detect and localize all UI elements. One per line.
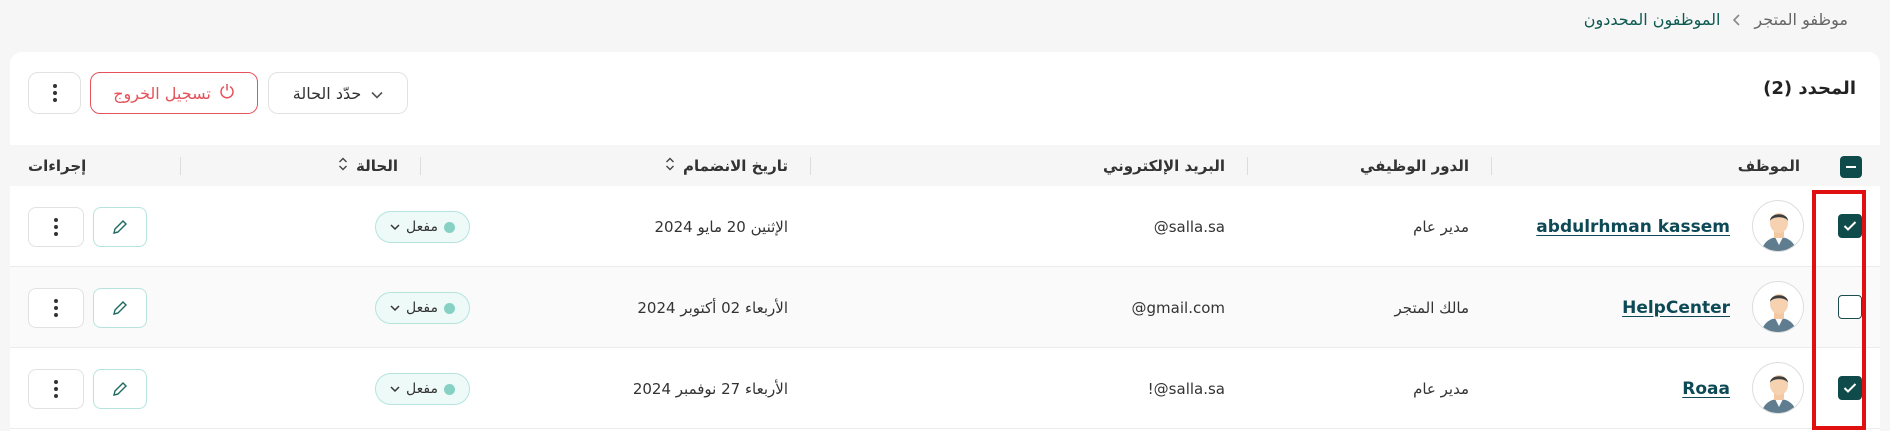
role-text: مالك المتجر — [1394, 298, 1469, 317]
status-select[interactable]: حدّد الحالة — [268, 72, 408, 114]
sort-icon — [338, 157, 348, 175]
user-avatar-icon — [1761, 375, 1797, 413]
avatar — [1752, 281, 1804, 333]
status-dropdown[interactable]: مفعل — [375, 292, 470, 324]
column-header-status[interactable]: الحالة — [180, 145, 420, 186]
column-actions-label: إجراءات — [28, 156, 87, 175]
employee-name-link[interactable]: Roaa — [1682, 348, 1730, 429]
user-avatar-icon — [1761, 294, 1797, 332]
edit-button[interactable] — [93, 288, 147, 328]
status-dot-icon — [443, 221, 455, 233]
status-text: مفعل — [406, 381, 438, 397]
chevron-down-icon — [390, 304, 400, 311]
column-header-employee: الموظف — [1491, 145, 1880, 186]
column-email-label: البريد الإلكتروني — [1103, 156, 1225, 175]
column-role-label: الدور الوظيفي — [1359, 156, 1469, 175]
row-more-button[interactable] — [28, 369, 84, 409]
breadcrumb-parent[interactable]: موظفو المتجر — [1754, 6, 1848, 34]
logout-label: تسجيل الخروج — [113, 83, 211, 103]
edit-button[interactable] — [93, 207, 147, 247]
role-cell: مدير عام — [1413, 186, 1469, 267]
column-join-date-label: تاريخ الانضمام — [683, 156, 788, 175]
pen-icon — [113, 382, 127, 396]
breadcrumb-current: الموظفون المحددون — [1583, 10, 1721, 29]
pen-icon — [113, 301, 127, 315]
edit-button[interactable] — [93, 369, 147, 409]
column-status-label: الحالة — [356, 156, 398, 175]
row-more-button[interactable] — [28, 207, 84, 247]
selected-employees-card: المحدد (2) حدّد الحالة تسجيل الخروج المو… — [10, 52, 1880, 431]
sort-icon — [665, 157, 675, 175]
email-cell: !@salla.sa — [1148, 348, 1225, 429]
table-row: HelpCenter مالك المتجر @gmail.com الأربع… — [10, 267, 1880, 348]
table-header: الموظف الدور الوظيفي البريد الإلكتروني ت… — [10, 145, 1880, 186]
logout-button[interactable]: تسجيل الخروج — [90, 72, 258, 114]
role-cell: مالك المتجر — [1395, 267, 1469, 348]
row-more-button[interactable] — [28, 288, 84, 328]
column-header-role: الدور الوظيفي — [1247, 145, 1491, 186]
power-icon — [219, 83, 235, 103]
role-text: مدير عام — [1413, 379, 1469, 398]
table-row: Roaa مدير عام !@salla.sa الأربعاء 27 نوف… — [10, 348, 1880, 429]
row-checkbox[interactable] — [1838, 295, 1862, 319]
more-vertical-icon — [52, 84, 57, 102]
join-date-text: الإثنين 20 مايو 2024 — [654, 217, 789, 236]
table-row: abdulrhman kassem مدير عام @salla.sa الإ… — [10, 186, 1880, 267]
email-cell: @gmail.com — [1132, 267, 1225, 348]
status-select-label: حدّد الحالة — [292, 83, 362, 103]
status-dot-icon — [443, 383, 455, 395]
email-cell: @salla.sa — [1154, 186, 1225, 267]
status-text: مفعل — [406, 300, 438, 316]
employee-name-link[interactable]: HelpCenter — [1622, 267, 1730, 348]
join-date-text: الأربعاء 27 نوفمبر 2024 — [632, 379, 788, 398]
column-header-email: البريد الإلكتروني — [810, 145, 1247, 186]
status-dropdown[interactable]: مفعل — [375, 373, 470, 405]
join-date-cell: الأربعاء 27 نوفمبر 2024 — [633, 348, 788, 429]
avatar — [1752, 362, 1804, 414]
column-employee-label: الموظف — [1737, 156, 1800, 175]
avatar — [1752, 200, 1804, 252]
chevron-down-icon — [390, 223, 400, 230]
breadcrumb: موظفو المتجر الموظفون المحددون — [1584, 6, 1848, 34]
check-icon — [1843, 221, 1857, 231]
column-header-actions: إجراءات — [10, 145, 180, 186]
selected-count-title: المحدد (2) — [1763, 78, 1856, 99]
check-icon — [1843, 383, 1857, 393]
row-checkbox[interactable] — [1838, 214, 1862, 238]
more-vertical-icon — [54, 380, 58, 398]
pen-icon — [113, 220, 127, 234]
join-date-cell: الأربعاء 02 أكتوبر 2024 — [637, 267, 788, 348]
role-text: مدير عام — [1413, 217, 1469, 236]
more-vertical-icon — [54, 218, 58, 236]
employee-name-link[interactable]: abdulrhman kassem — [1536, 186, 1730, 267]
status-text: مفعل — [406, 219, 438, 235]
chevron-down-icon — [371, 84, 383, 103]
join-date-cell: الإثنين 20 مايو 2024 — [655, 186, 789, 267]
toolbar: المحدد (2) حدّد الحالة تسجيل الخروج — [10, 52, 1880, 145]
join-date-text: الأربعاء 02 أكتوبر 2024 — [637, 298, 788, 317]
more-options-button[interactable] — [28, 72, 81, 114]
role-cell: مدير عام — [1413, 348, 1469, 429]
more-vertical-icon — [54, 299, 58, 317]
chevron-left-icon — [1732, 13, 1742, 27]
email-text: @gmail.com — [1131, 298, 1225, 317]
status-dot-icon — [443, 302, 455, 314]
chevron-down-icon — [390, 385, 400, 392]
row-checkbox[interactable] — [1838, 376, 1862, 400]
user-avatar-icon — [1761, 213, 1797, 251]
email-text: @salla.sa — [1153, 217, 1225, 236]
column-header-join-date[interactable]: تاريخ الانضمام — [420, 145, 810, 186]
status-dropdown[interactable]: مفعل — [375, 211, 470, 243]
email-text: !@salla.sa — [1147, 379, 1225, 398]
